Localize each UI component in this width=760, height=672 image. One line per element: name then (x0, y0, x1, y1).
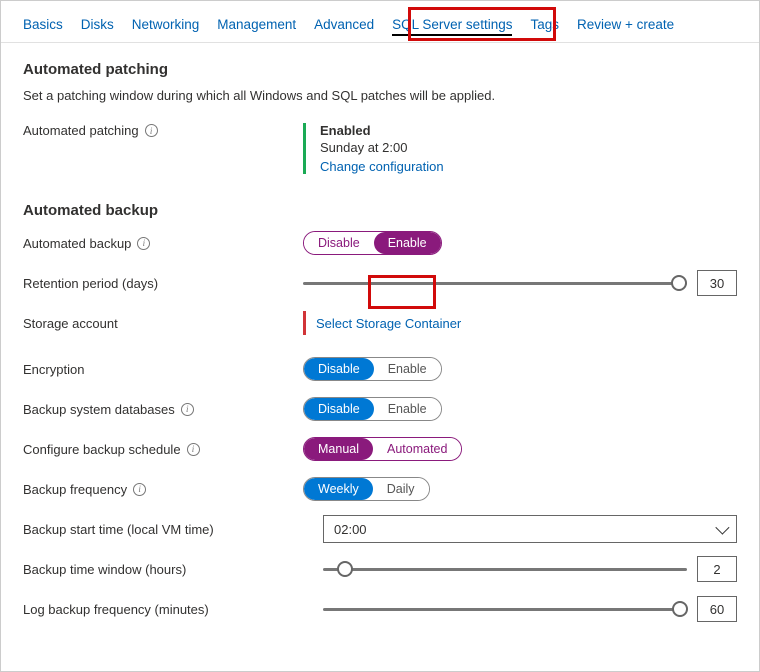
schedule-manual[interactable]: Manual (304, 438, 373, 460)
configure-backup-schedule-label: Configure backup schedule (23, 442, 181, 457)
change-configuration-link[interactable]: Change configuration (320, 159, 444, 174)
retention-period-label: Retention period (days) (23, 276, 158, 291)
tab-basics[interactable]: Basics (23, 13, 63, 42)
log-backup-frequency-label: Log backup frequency (minutes) (23, 602, 209, 617)
tab-disks[interactable]: Disks (81, 13, 114, 42)
tab-tags[interactable]: Tags (530, 13, 559, 42)
select-storage-container-link[interactable]: Select Storage Container (316, 316, 461, 331)
backup-time-window-slider[interactable] (323, 568, 687, 571)
automated-patching-status-block: Enabled Sunday at 2:00 Change configurat… (303, 123, 444, 174)
frequency-weekly[interactable]: Weekly (304, 478, 373, 500)
info-icon[interactable]: i (181, 403, 194, 416)
slider-thumb[interactable] (672, 601, 688, 617)
backup-system-databases-enable[interactable]: Enable (374, 398, 441, 420)
chevron-down-icon (715, 521, 729, 535)
automated-backup-label: Automated backup (23, 236, 131, 251)
backup-start-time-dropdown[interactable]: 02:00 (323, 515, 737, 543)
automated-patching-status: Enabled (320, 123, 444, 138)
backup-system-databases-label: Backup system databases (23, 402, 175, 417)
backup-system-databases-toggle: Disable Enable (303, 397, 442, 421)
tab-networking[interactable]: Networking (132, 13, 200, 42)
encryption-disable[interactable]: Disable (304, 358, 374, 380)
backup-frequency-label: Backup frequency (23, 482, 127, 497)
slider-thumb[interactable] (671, 275, 687, 291)
automated-patching-description: Set a patching window during which all W… (23, 88, 737, 103)
log-backup-frequency-value[interactable]: 60 (697, 596, 737, 622)
backup-start-time-label: Backup start time (local VM time) (23, 522, 214, 537)
info-icon[interactable]: i (137, 237, 150, 250)
automated-patching-label: Automated patching (23, 123, 139, 138)
log-backup-frequency-slider[interactable] (323, 608, 687, 611)
encryption-enable[interactable]: Enable (374, 358, 441, 380)
encryption-toggle: Disable Enable (303, 357, 442, 381)
automated-backup-heading: Automated backup (23, 202, 737, 219)
tab-review-create[interactable]: Review + create (577, 13, 674, 42)
automated-patching-heading: Automated patching (23, 61, 737, 78)
automated-backup-toggle: Disable Enable (303, 231, 442, 255)
info-icon[interactable]: i (133, 483, 146, 496)
tab-bar: Basics Disks Networking Management Advan… (1, 1, 759, 43)
backup-frequency-toggle: Weekly Daily (303, 477, 430, 501)
tab-management[interactable]: Management (217, 13, 296, 42)
backup-start-time-value: 02:00 (334, 522, 367, 537)
tab-advanced[interactable]: Advanced (314, 13, 374, 42)
retention-period-slider[interactable] (303, 282, 687, 285)
automated-patching-schedule: Sunday at 2:00 (320, 140, 444, 155)
automated-backup-disable[interactable]: Disable (304, 232, 374, 254)
storage-account-label: Storage account (23, 316, 118, 331)
backup-system-databases-disable[interactable]: Disable (304, 398, 374, 420)
backup-time-window-label: Backup time window (hours) (23, 562, 186, 577)
info-icon[interactable]: i (145, 124, 158, 137)
schedule-automated[interactable]: Automated (373, 438, 461, 460)
automated-backup-enable[interactable]: Enable (374, 232, 441, 254)
encryption-label: Encryption (23, 362, 84, 377)
tab-sql-server-settings[interactable]: SQL Server settings (392, 13, 512, 42)
retention-period-value[interactable]: 30 (697, 270, 737, 296)
frequency-daily[interactable]: Daily (373, 478, 429, 500)
slider-thumb[interactable] (337, 561, 353, 577)
configure-backup-schedule-toggle: Manual Automated (303, 437, 462, 461)
backup-time-window-value[interactable]: 2 (697, 556, 737, 582)
info-icon[interactable]: i (187, 443, 200, 456)
